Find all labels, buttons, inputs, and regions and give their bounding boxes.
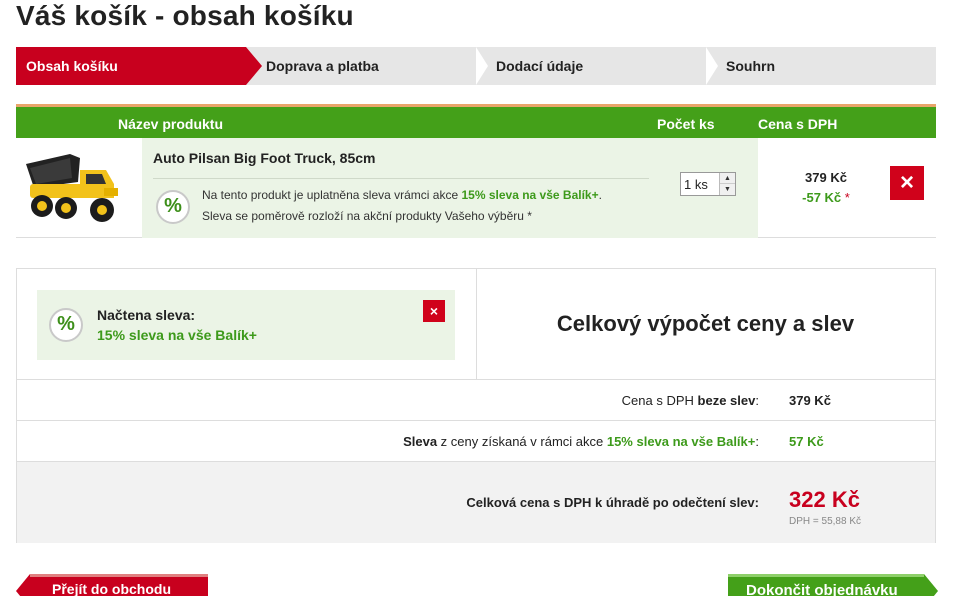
total-row: Celková cena s DPH k úhradě po odečtení … xyxy=(17,462,935,543)
item-discount: -57 Kč * xyxy=(786,190,866,205)
discount-info-text: Na tento produkt je uplatněna sleva vrám… xyxy=(202,188,602,202)
discount-text-prefix: Na tento produkt je uplatněna sleva vrám… xyxy=(202,188,459,202)
page-title: Váš košík - obsah košíku xyxy=(16,0,354,31)
vat-note: DPH = 55,88 Kč xyxy=(789,516,861,527)
base-price-row: Cena s DPH beze slev: 379 Kč xyxy=(17,380,935,421)
remove-item-button[interactable]: × xyxy=(890,166,924,200)
step-notch xyxy=(476,47,488,85)
base-price-value: 379 Kč xyxy=(789,393,831,408)
step-label: Obsah košíku xyxy=(26,58,118,74)
back-to-shop-button[interactable]: Přejít do obchodu xyxy=(16,574,208,596)
discount-label: Sleva z ceny získaná v rámci akce 15% sl… xyxy=(403,434,759,449)
step-arrow xyxy=(246,47,262,85)
right-arrow-icon xyxy=(924,574,938,596)
loaded-discount-value: 15% sleva na vše Balík+ xyxy=(97,327,257,343)
summary-top: % Načtena sleva: 15% sleva na vše Balík+… xyxy=(17,269,935,380)
quantity-value[interactable]: 1 ks xyxy=(684,177,708,192)
step-notch xyxy=(706,47,718,85)
discount-label-middle: z ceny získaná v rámci akce xyxy=(437,434,607,449)
step-summary[interactable]: Souhrn xyxy=(706,47,936,85)
finish-button-label: Dokončit objednávku xyxy=(746,582,898,596)
cart-header: Název produktu Počet ks Cena s DPH xyxy=(16,104,936,138)
left-arrow-icon xyxy=(16,574,30,596)
base-price-label: Cena s DPH beze slev: xyxy=(622,393,759,408)
discount-asterisk: * xyxy=(844,190,850,205)
finish-order-button[interactable]: Dokončit objednávku xyxy=(728,574,938,596)
base-label-bold: beze slev xyxy=(697,393,756,408)
discount-name: 15% sleva na vše Balík+ xyxy=(461,188,599,202)
checkout-steps: Obsah košíku Doprava a platba Dodací úda… xyxy=(16,47,936,85)
item-discount-amount: -57 Kč xyxy=(802,190,842,205)
dump-truck-product-image[interactable] xyxy=(20,148,122,226)
base-label-suffix: : xyxy=(755,393,759,408)
calculation-title: Celkový výpočet ceny a slev xyxy=(556,311,855,336)
price-summary: % Načtena sleva: 15% sleva na vše Balík+… xyxy=(16,268,936,543)
step-label: Souhrn xyxy=(726,58,775,74)
product-name-link[interactable]: Auto Pilsan Big Foot Truck, 85cm xyxy=(153,150,375,166)
total-price: 322 Kč xyxy=(789,487,860,512)
step-delivery-details[interactable]: Dodací údaje xyxy=(476,47,706,85)
discount-row: Sleva z ceny získaná v rámci akce 15% sl… xyxy=(17,421,935,462)
back-button-label: Přejít do obchodu xyxy=(52,581,171,596)
discount-label-campaign: 15% sleva na vše Balík+ xyxy=(606,434,756,449)
step-label: Dodací údaje xyxy=(496,58,584,74)
quantity-spinner: ▲ ▼ xyxy=(719,173,735,195)
header-product: Název produktu xyxy=(118,116,224,132)
discount-text-suffix: . xyxy=(598,188,602,202)
step-label: Doprava a platba xyxy=(266,58,379,74)
step-cart-contents[interactable]: Obsah košíku xyxy=(16,47,262,85)
cart-item-row: Auto Pilsan Big Foot Truck, 85cm % Na te… xyxy=(16,138,936,238)
step-shipping-payment[interactable]: Doprava a platba xyxy=(246,47,476,85)
total-label: Celková cena s DPH k úhradě po odečtení … xyxy=(466,495,759,510)
remove-discount-button[interactable]: × xyxy=(423,300,445,322)
quantity-stepper[interactable]: 1 ks ▲ ▼ xyxy=(680,172,736,196)
decrement-arrow-icon[interactable]: ▼ xyxy=(720,184,735,195)
cart-table: Název produktu Počet ks Cena s DPH Auto … xyxy=(16,104,936,238)
discount-label-suffix: : xyxy=(755,434,759,449)
loaded-discount-title: Načtena sleva: xyxy=(97,307,196,323)
discount-label-bold: Sleva xyxy=(403,434,438,449)
increment-arrow-icon[interactable]: ▲ xyxy=(720,173,735,184)
loaded-discount-box: % Načtena sleva: 15% sleva na vše Balík+… xyxy=(37,290,455,360)
header-price: Cena s DPH xyxy=(758,116,838,132)
base-label-prefix: Cena s DPH xyxy=(621,393,698,408)
percent-discount-icon: % xyxy=(49,308,83,342)
header-quantity: Počet ks xyxy=(657,116,715,132)
item-price: 379 Kč xyxy=(805,170,847,185)
discount-value: 57 Kč xyxy=(789,434,824,449)
discount-note: Sleva se poměrově rozloží na akční produ… xyxy=(202,209,532,223)
row-divider xyxy=(153,178,649,179)
percent-discount-icon: % xyxy=(156,190,190,224)
